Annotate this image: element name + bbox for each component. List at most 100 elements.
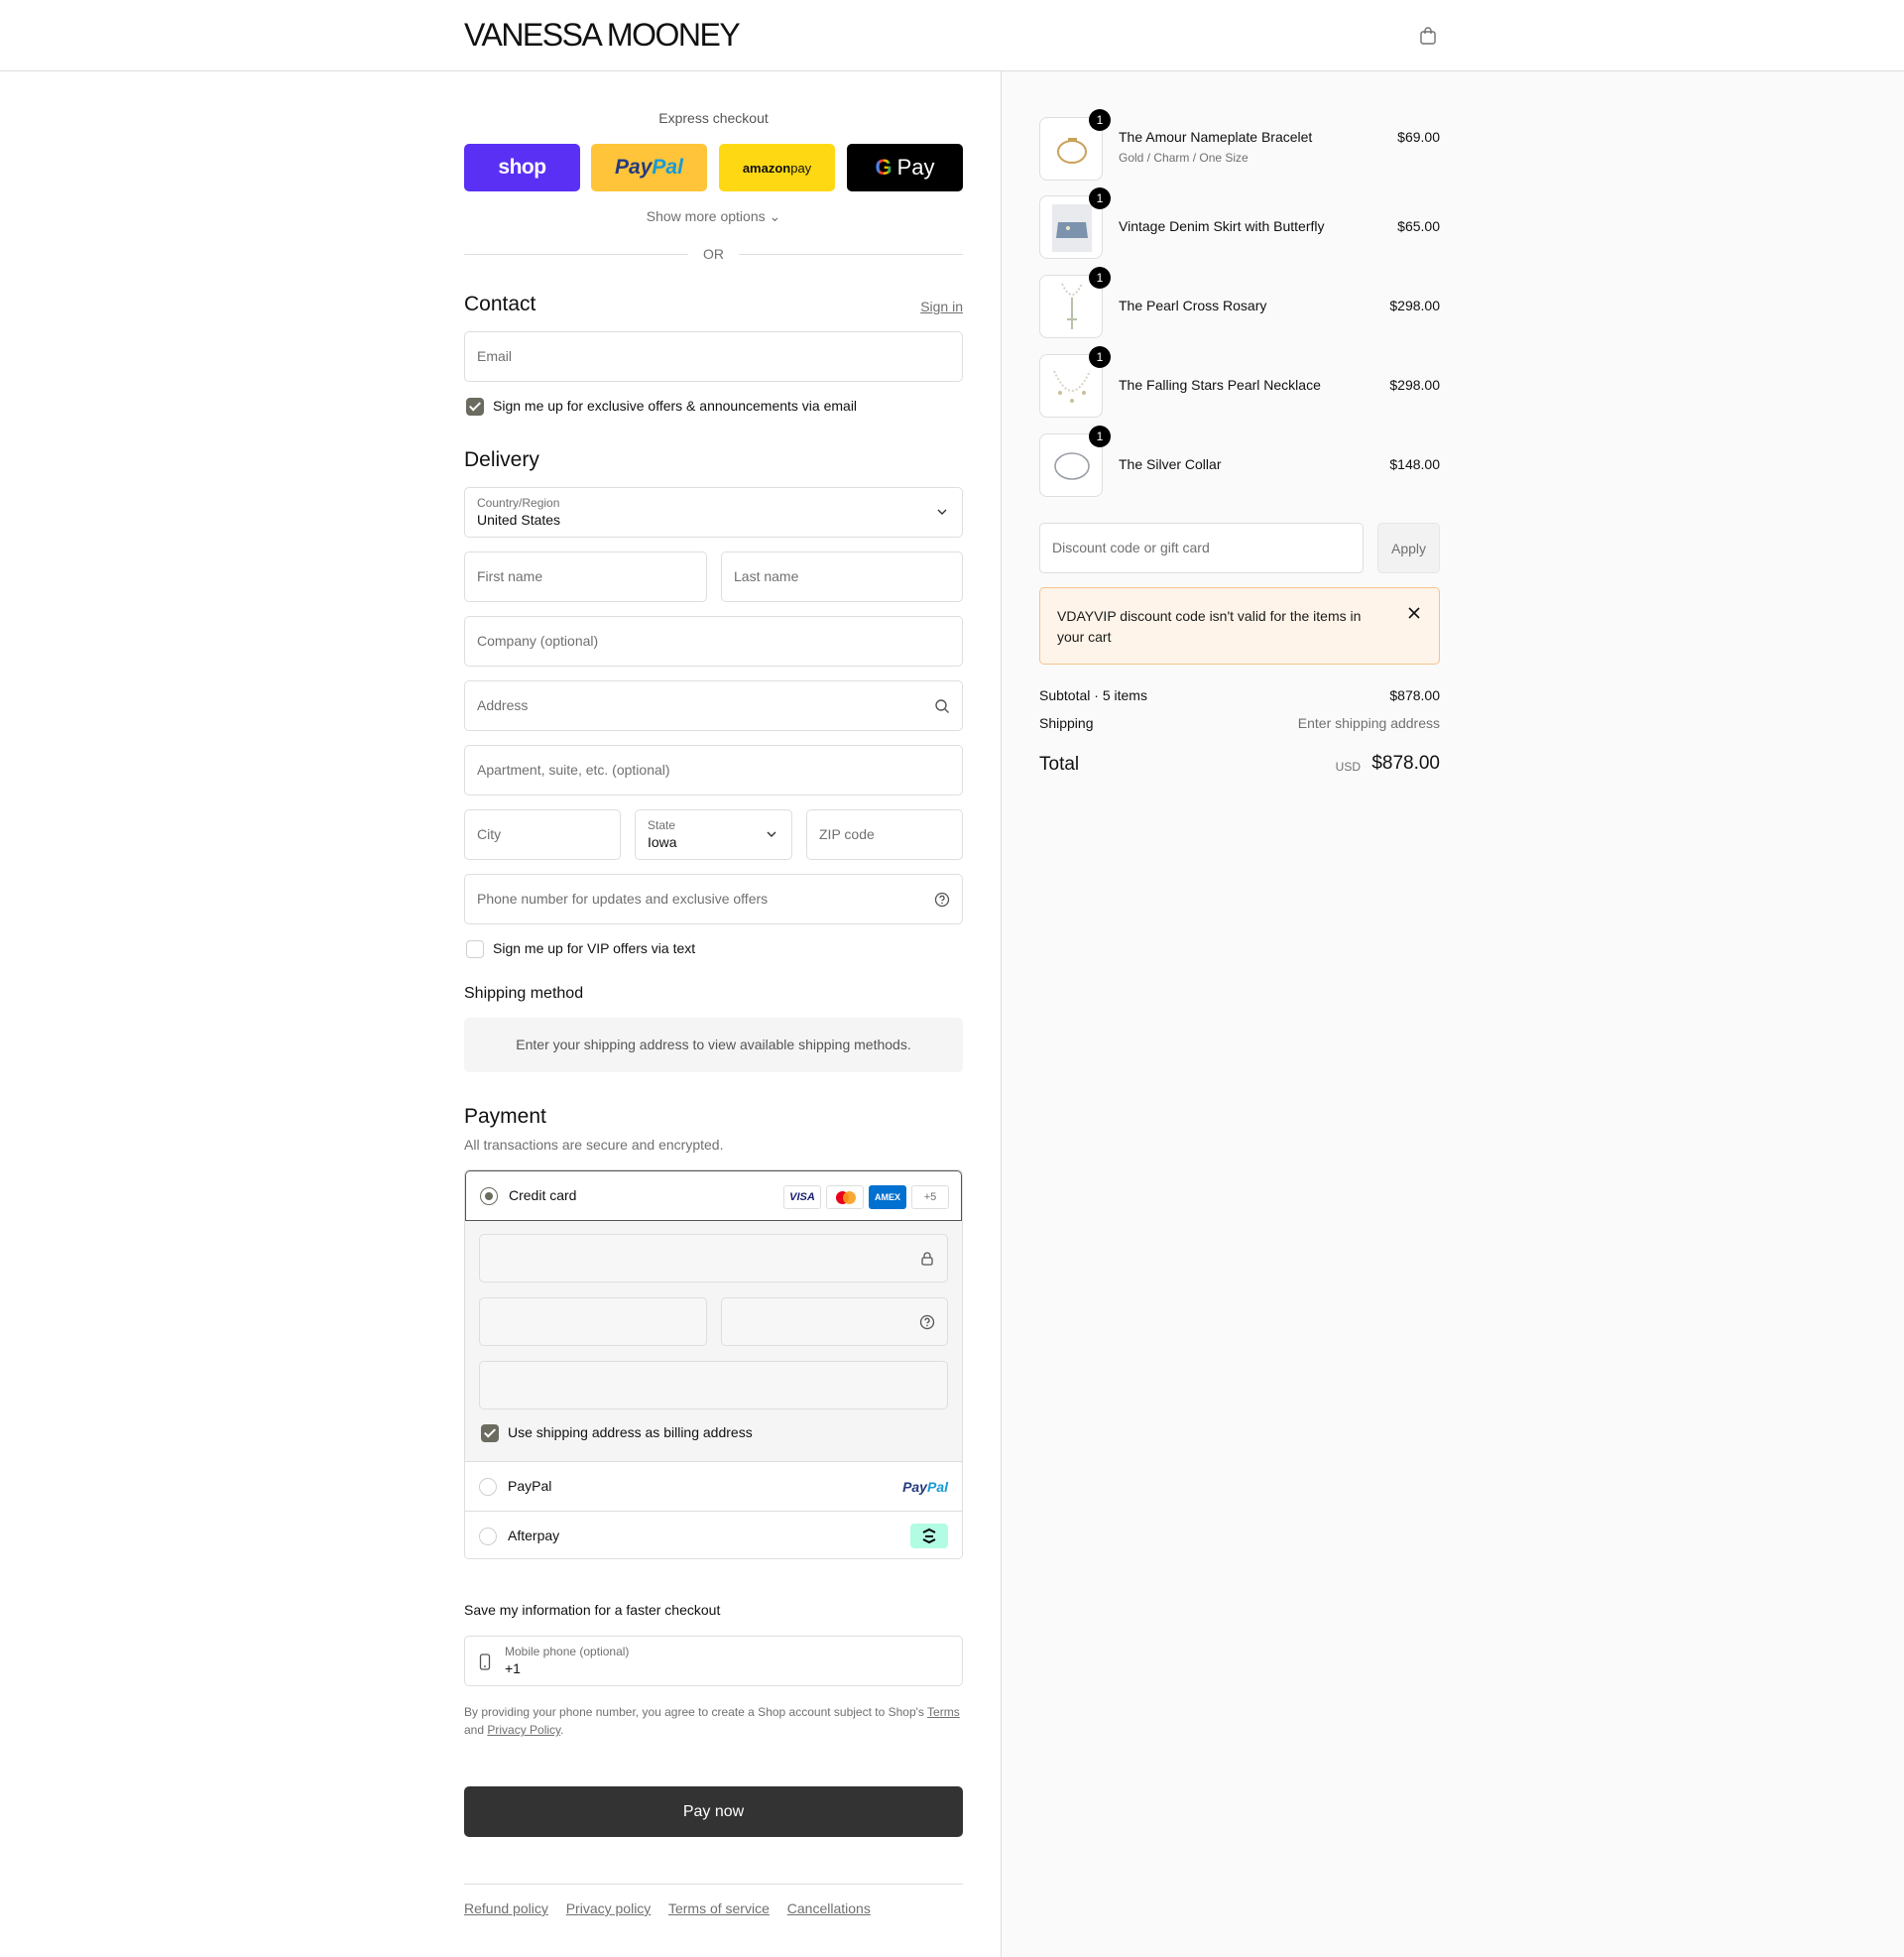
address-placeholder: Address	[477, 697, 529, 713]
name-on-card-field[interactable]	[479, 1361, 948, 1409]
afterpay-option-label: Afterpay	[508, 1528, 560, 1543]
item-name: The Silver Collar	[1119, 456, 1222, 472]
item-name: Vintage Denim Skirt with Butterfly	[1119, 218, 1325, 234]
afterpay-option[interactable]: Afterpay	[465, 1511, 962, 1558]
close-icon[interactable]	[1407, 606, 1421, 620]
shipping-row: Shipping Enter shipping address	[1039, 715, 1440, 731]
country-label: Country/Region	[477, 496, 560, 510]
discount-code-field[interactable]: Discount code or gift card	[1039, 523, 1364, 573]
cart-item: 1 The Amour Nameplate Bracelet Gold / Ch…	[1039, 109, 1440, 183]
footer-links: Refund policy Privacy policy Terms of se…	[464, 1900, 885, 1916]
item-price: $298.00	[1389, 377, 1440, 393]
visa-icon: VISA	[783, 1185, 821, 1209]
shipping-value: Enter shipping address	[1297, 715, 1440, 731]
chevron-down-icon	[937, 509, 947, 515]
amazon-pay-button[interactable]: amazon pay	[719, 144, 835, 191]
terms-suffix: .	[560, 1723, 564, 1737]
item-name: The Pearl Cross Rosary	[1119, 298, 1267, 313]
amex-icon: AMEX	[869, 1185, 906, 1209]
expiration-date-field[interactable]	[479, 1297, 707, 1346]
credit-card-radio[interactable]	[480, 1187, 498, 1205]
search-icon	[935, 699, 949, 713]
discount-placeholder: Discount code or gift card	[1052, 540, 1210, 555]
store-logo[interactable]: VANESSA MOONEY	[464, 17, 741, 54]
city-field[interactable]: City	[464, 809, 621, 860]
paypal-logo-part1: Pay	[902, 1479, 927, 1495]
discount-error-alert: VDAYVIP discount code isn't valid for th…	[1039, 587, 1440, 665]
first-name-field[interactable]: First name	[464, 551, 707, 602]
shop-pay-label: shop	[498, 156, 546, 179]
state-select[interactable]: State Iowa	[635, 809, 792, 860]
subtotal-value: $878.00	[1389, 687, 1440, 703]
alert-message: VDAYVIP discount code isn't valid for th…	[1057, 608, 1362, 645]
privacy-policy-footer-link[interactable]: Privacy policy	[566, 1900, 652, 1916]
payment-methods: Credit card VISA AMEX +5 Use shipping ad…	[464, 1169, 963, 1559]
item-price: $65.00	[1397, 218, 1440, 234]
shipping-label: Shipping	[1039, 715, 1094, 731]
subtotal-label: Subtotal · 5 items	[1039, 687, 1147, 703]
show-more-options-link[interactable]: Show more options ⌄	[464, 208, 963, 225]
company-field[interactable]: Company (optional)	[464, 616, 963, 667]
afterpay-logo-icon	[910, 1524, 948, 1548]
apply-discount-button[interactable]: Apply	[1377, 523, 1440, 573]
card-number-field[interactable]	[479, 1234, 948, 1283]
billing-same-label: Use shipping address as billing address	[508, 1424, 753, 1440]
security-code-field[interactable]	[721, 1297, 948, 1346]
terms-link[interactable]: Terms	[927, 1705, 960, 1719]
company-placeholder: Company (optional)	[477, 633, 599, 649]
chevron-down-icon	[767, 831, 776, 837]
item-name: The Amour Nameplate Bracelet	[1119, 129, 1313, 145]
billing-same-checkbox[interactable]	[481, 1424, 499, 1442]
divider-line-right	[739, 254, 963, 255]
help-circle-icon[interactable]	[919, 1314, 935, 1330]
item-name: The Falling Stars Pearl Necklace	[1119, 377, 1321, 393]
help-circle-icon[interactable]	[934, 892, 950, 908]
credit-card-option[interactable]: Credit card VISA AMEX +5	[465, 1170, 962, 1221]
email-placeholder: Email	[477, 348, 513, 364]
cart-item: 1 The Silver Collar $148.00	[1039, 426, 1440, 499]
item-price: $298.00	[1389, 298, 1440, 313]
state-value: Iowa	[648, 834, 677, 850]
mobile-phone-label: Mobile phone (optional)	[505, 1645, 630, 1658]
delivery-title: Delivery	[464, 448, 539, 471]
mobile-phone-value: +1	[505, 1660, 521, 1676]
paypal-radio[interactable]	[479, 1478, 497, 1496]
zip-field[interactable]: ZIP code	[806, 809, 963, 860]
mobile-phone-field[interactable]: Mobile phone (optional) +1	[464, 1636, 963, 1686]
save-info-title: Save my information for a faster checkou…	[464, 1602, 721, 1618]
last-name-placeholder: Last name	[734, 568, 799, 584]
item-variant: Gold / Charm / One Size	[1119, 151, 1249, 165]
refund-policy-link[interactable]: Refund policy	[464, 1900, 548, 1916]
more-cards-label: +5	[923, 1191, 937, 1203]
email-offers-checkbox[interactable]	[466, 398, 484, 416]
amazon-label-part1: amazon	[742, 160, 791, 176]
afterpay-radio[interactable]	[479, 1528, 497, 1545]
shipping-method-title: Shipping method	[464, 985, 584, 1002]
paypal-label-part1: Pay	[615, 156, 653, 179]
last-name-field[interactable]: Last name	[721, 551, 963, 602]
paypal-option[interactable]: PayPal PayPal	[465, 1461, 962, 1511]
email-field[interactable]: Email	[464, 331, 963, 382]
total-row: Total USD $878.00	[1039, 752, 1440, 780]
phone-field[interactable]: Phone number for updates and exclusive o…	[464, 874, 963, 924]
country-select[interactable]: Country/Region United States	[464, 487, 963, 538]
privacy-policy-link[interactable]: Privacy Policy	[487, 1723, 560, 1737]
vip-text-checkbox[interactable]	[466, 940, 484, 958]
shopping-bag-icon[interactable]	[1418, 26, 1438, 46]
address-field[interactable]: Address	[464, 680, 963, 731]
shop-pay-button[interactable]: shop	[464, 144, 580, 191]
apartment-field[interactable]: Apartment, suite, etc. (optional)	[464, 745, 963, 795]
google-pay-button[interactable]: G Pay	[847, 144, 963, 191]
phone-placeholder: Phone number for updates and exclusive o…	[477, 891, 769, 907]
pay-now-button[interactable]: Pay now	[464, 1786, 963, 1837]
amex-label: AMEX	[874, 1192, 900, 1202]
sign-in-link[interactable]: Sign in	[920, 299, 963, 314]
terms-of-service-link[interactable]: Terms of service	[668, 1900, 770, 1916]
payment-title: Payment	[464, 1105, 546, 1128]
total-amount: $878.00	[1371, 753, 1440, 774]
cancellations-link[interactable]: Cancellations	[787, 1900, 871, 1916]
credit-card-form: Use shipping address as billing address	[465, 1221, 962, 1461]
subtotal-row: Subtotal · 5 items $878.00	[1039, 687, 1440, 703]
paypal-logo-part2: Pal	[926, 1479, 948, 1495]
paypal-button[interactable]: Pay Pal	[591, 144, 707, 191]
